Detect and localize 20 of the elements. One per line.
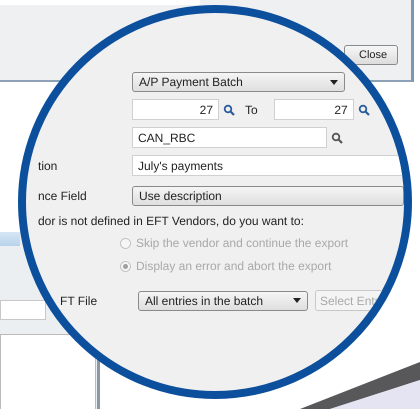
input-field[interactable] (0, 300, 46, 320)
title-bar (0, 232, 20, 246)
vendor-prompt: dor is not defined in EFT Vendors, do you want to: (37, 214, 305, 228)
radio-label: Display an error and abort the export (136, 259, 332, 273)
reference-dropdown[interactable]: Use description (132, 186, 404, 206)
close-button[interactable]: Close (344, 45, 398, 65)
search-icon[interactable] (223, 104, 235, 116)
entries-dropdown[interactable]: All entries in the batch (138, 290, 308, 310)
description-label: tion (37, 158, 58, 172)
search-icon[interactable] (358, 104, 370, 116)
document-type-dropdown[interactable]: A/P Payment Batch (132, 72, 345, 92)
search-icon[interactable] (331, 132, 343, 144)
reference-field-label: nce Field (37, 189, 88, 203)
eft-file-label: FT File (59, 294, 98, 308)
to-field[interactable]: 27 (274, 99, 354, 120)
description-field[interactable]: July's payments (132, 155, 404, 176)
from-field[interactable]: 27 (132, 99, 219, 120)
bank-field[interactable]: CAN_RBC (132, 127, 327, 148)
to-label: To (245, 102, 258, 116)
radio-label: Skip the vendor and continue the export (136, 236, 348, 250)
